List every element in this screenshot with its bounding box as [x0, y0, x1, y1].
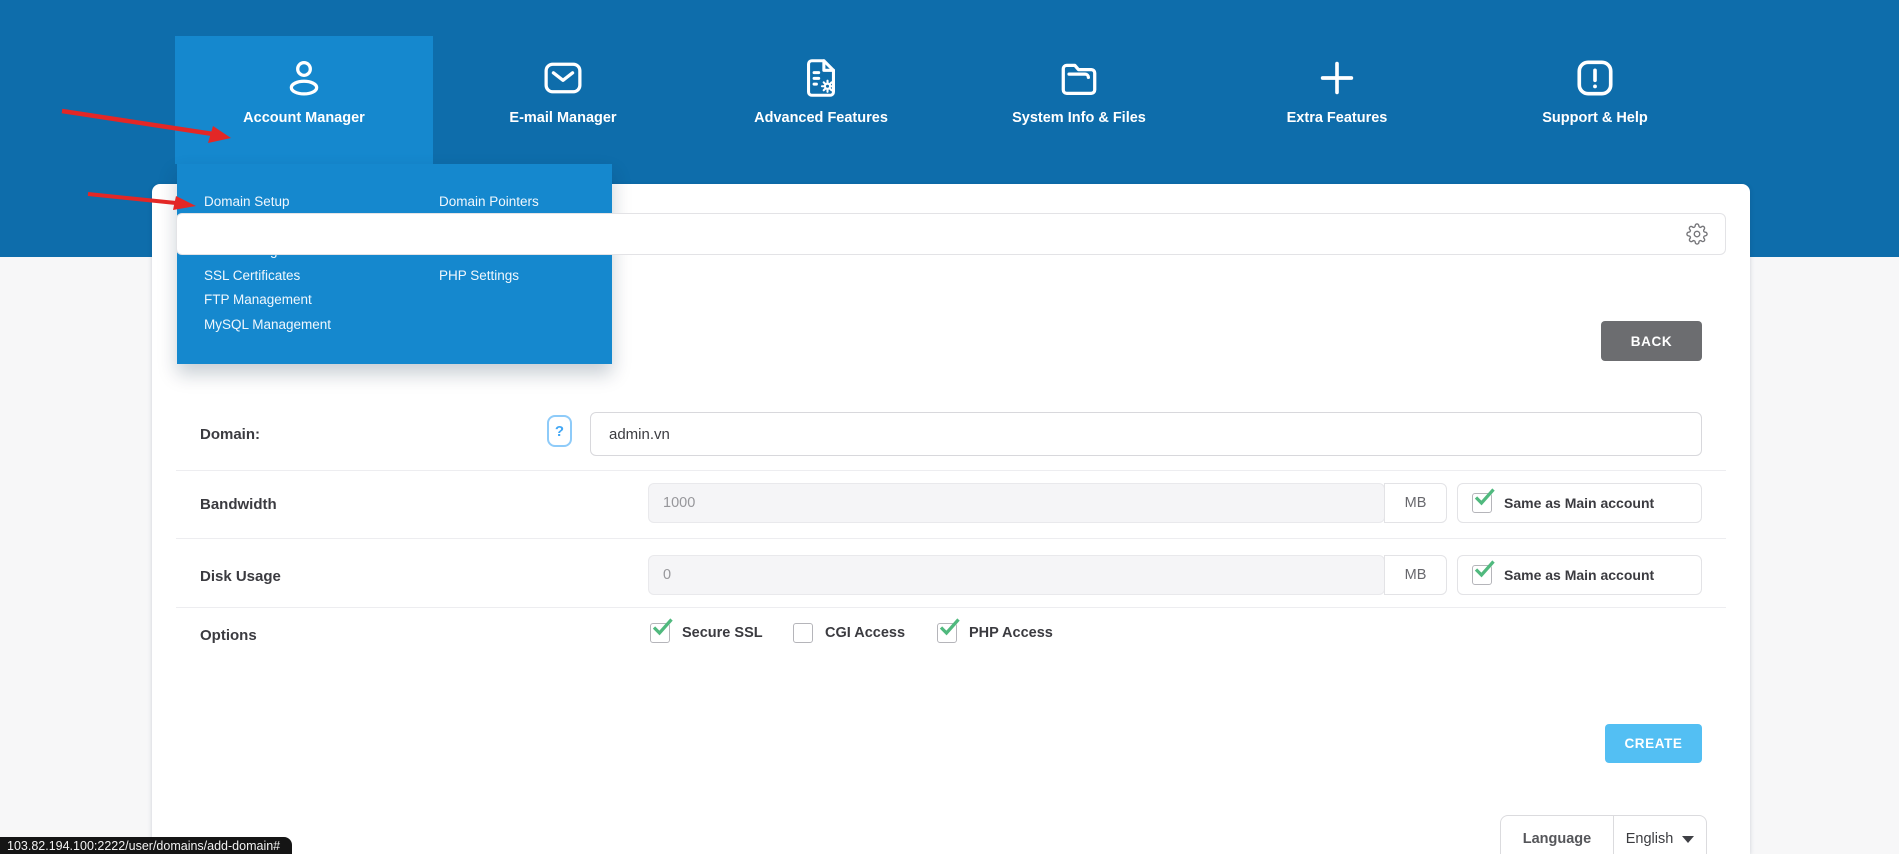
document-gear-icon — [798, 55, 844, 101]
nav-item-account-manager[interactable]: Account Manager — [175, 36, 433, 164]
menu-item-domain-pointers[interactable]: Domain Pointers — [439, 190, 552, 215]
options-label: Options — [200, 627, 257, 644]
php-access-label: PHP Access — [969, 625, 1053, 641]
nav-item-label: Advanced Features — [754, 110, 888, 126]
bandwidth-same-as-main[interactable]: Same as Main account — [1457, 483, 1702, 523]
nav-item-label: Support & Help — [1542, 110, 1648, 126]
bandwidth-same-checkbox[interactable] — [1472, 493, 1492, 513]
chevron-down-icon — [1682, 836, 1694, 843]
option-cgi-access[interactable]: CGI Access — [793, 623, 905, 643]
row-divider — [176, 470, 1726, 471]
folder-icon — [1056, 55, 1102, 101]
menu-item-ssl-certificates[interactable]: SSL Certificates — [204, 264, 355, 289]
create-button[interactable]: CREATE — [1605, 724, 1702, 763]
language-selector: Language English — [1500, 815, 1707, 854]
menu-item-domain-setup[interactable]: Domain Setup — [204, 190, 355, 215]
help-icon[interactable]: ? — [547, 415, 572, 447]
language-dropdown[interactable]: English — [1614, 816, 1706, 854]
domain-input[interactable] — [590, 412, 1702, 456]
check-icon — [650, 617, 674, 637]
menu-item-ftp-management[interactable]: FTP Management — [204, 288, 355, 313]
plus-icon — [1314, 55, 1360, 101]
disk-usage-label: Disk Usage — [200, 568, 281, 585]
row-divider — [176, 538, 1726, 539]
user-icon — [281, 55, 327, 101]
cgi-access-label: CGI Access — [825, 625, 905, 641]
disk-same-label: Same as Main account — [1504, 567, 1654, 583]
bandwidth-input — [648, 483, 1385, 523]
option-secure-ssl[interactable]: Secure SSL — [650, 623, 763, 643]
bandwidth-same-label: Same as Main account — [1504, 495, 1654, 511]
secure-ssl-checkbox[interactable] — [650, 623, 670, 643]
back-button[interactable]: BACK — [1601, 321, 1702, 361]
nav-item-system-info-files[interactable]: System Info & Files — [950, 36, 1208, 164]
check-icon — [937, 617, 961, 637]
status-bar-url: 103.82.194.100:2222/user/domains/add-dom… — [0, 837, 292, 854]
check-icon — [1472, 559, 1496, 579]
option-php-access[interactable]: PHP Access — [937, 623, 1053, 643]
disk-same-as-main[interactable]: Same as Main account — [1457, 555, 1702, 595]
directadmin-add-domain-page: Account Manager E-mail Manager Advanced … — [0, 0, 1899, 854]
nav-item-support-help[interactable]: Support & Help — [1466, 36, 1724, 164]
cgi-access-checkbox[interactable] — [793, 623, 813, 643]
language-value: English — [1626, 831, 1674, 847]
menu-item-mysql-management[interactable]: MySQL Management — [204, 313, 355, 338]
disk-same-checkbox[interactable] — [1472, 565, 1492, 585]
nav-item-label: Extra Features — [1287, 110, 1388, 126]
gear-icon[interactable] — [1685, 222, 1709, 246]
nav-item-advanced-features[interactable]: Advanced Features — [692, 36, 950, 164]
row-divider — [176, 607, 1726, 608]
nav-item-extra-features[interactable]: Extra Features — [1208, 36, 1466, 164]
disk-usage-input — [648, 555, 1385, 595]
account-manager-menu: Domain Setup Subdomain Management DNS Ma… — [177, 164, 612, 364]
language-label: Language — [1501, 816, 1614, 854]
mail-icon — [540, 55, 586, 101]
check-icon — [1472, 487, 1496, 507]
bandwidth-label: Bandwidth — [200, 496, 277, 513]
alert-icon — [1572, 55, 1618, 101]
menu-item-php-settings[interactable]: PHP Settings — [439, 264, 552, 289]
disk-usage-unit: MB — [1384, 555, 1447, 595]
secure-ssl-label: Secure SSL — [682, 625, 763, 641]
table-settings-bar — [176, 213, 1726, 255]
php-access-checkbox[interactable] — [937, 623, 957, 643]
nav-item-label: System Info & Files — [1012, 110, 1146, 126]
nav-item-label: Account Manager — [243, 110, 365, 126]
nav-item-email-manager[interactable]: E-mail Manager — [434, 36, 692, 164]
domain-label: Domain: — [200, 426, 260, 443]
bandwidth-unit: MB — [1384, 483, 1447, 523]
nav-item-label: E-mail Manager — [509, 110, 616, 126]
